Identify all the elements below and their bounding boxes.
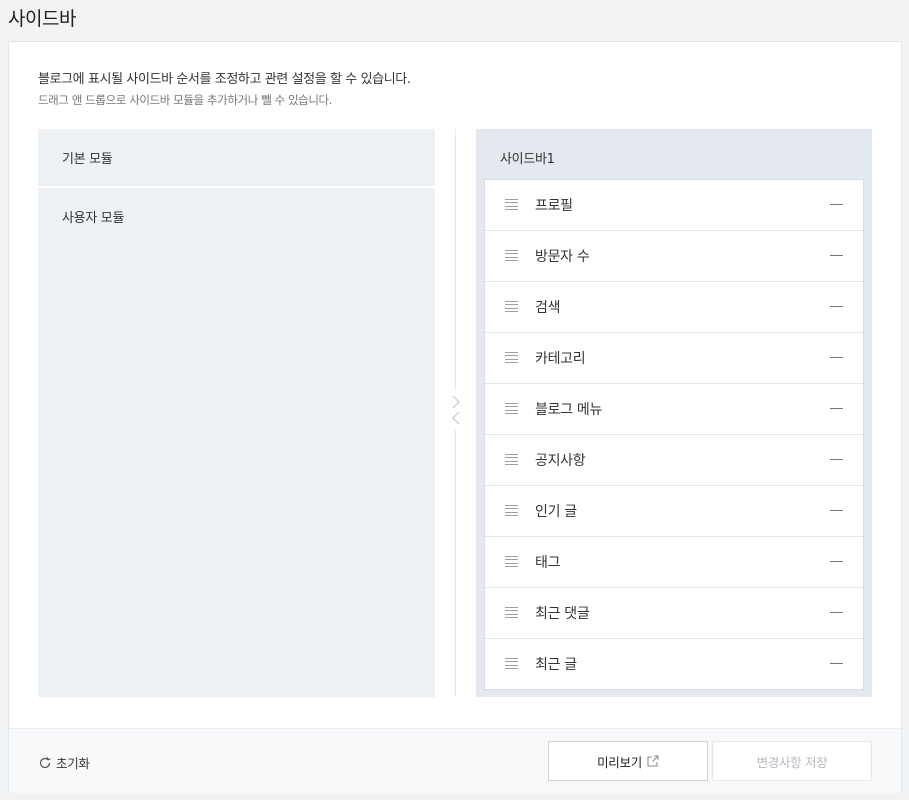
save-changes-button[interactable]: 변경사항 저장 [712, 741, 872, 781]
sidebar-module-item[interactable]: 최근 글 [485, 639, 863, 690]
sidebar-module-item[interactable]: 검색 [485, 282, 863, 333]
footer-bar: 초기화 미리보기 변경사항 저장 [9, 728, 901, 793]
drag-handle-icon[interactable] [505, 250, 518, 261]
sidebar-module-item[interactable]: 프로필 [485, 180, 863, 231]
sidebar-module-item[interactable]: 최근 댓글 [485, 588, 863, 639]
refresh-icon [39, 756, 51, 768]
minus-icon[interactable] [830, 663, 843, 664]
description-main: 블로그에 표시될 사이드바 순서를 조정하고 관련 설정을 할 수 있습니다. [38, 72, 411, 87]
reset-label: 초기화 [56, 756, 90, 771]
reset-button[interactable]: 초기화 [38, 753, 90, 772]
drag-handle-icon[interactable] [505, 352, 518, 363]
external-link-icon [647, 755, 659, 767]
sidebar-module-item[interactable]: 방문자 수 [485, 231, 863, 282]
drag-handle-icon[interactable] [505, 454, 518, 465]
chevron-left-icon[interactable] [452, 411, 460, 425]
preview-button[interactable]: 미리보기 [548, 741, 708, 781]
drag-handle-icon[interactable] [505, 556, 518, 567]
sidebar-module-label: 공지사항 [535, 453, 586, 469]
sidebar-module-item[interactable]: 인기 글 [485, 486, 863, 537]
description-sub: 드래그 앤 드롭으로 사이드바 모듈을 추가하거나 뺄 수 있습니다. [38, 93, 332, 107]
drag-handle-icon[interactable] [505, 403, 518, 414]
sidebar-column: 사이드바1 프로필방문자 수검색카테고리블로그 메뉴공지사항인기 글태그최근 댓… [476, 129, 872, 697]
preview-label: 미리보기 [597, 754, 642, 770]
sidebar-settings-panel: 블로그에 표시될 사이드바 순서를 조정하고 관련 설정을 할 수 있습니다. … [8, 41, 902, 793]
sidebar-module-label: 검색 [535, 300, 561, 316]
sidebar-module-label: 태그 [535, 555, 561, 571]
sidebar-module-label: 프로필 [535, 198, 573, 214]
minus-icon[interactable] [830, 459, 843, 460]
sidebar-module-item[interactable]: 블로그 메뉴 [485, 384, 863, 435]
drag-handle-icon[interactable] [505, 301, 518, 312]
minus-icon[interactable] [830, 357, 843, 358]
sidebar-module-label: 최근 글 [535, 657, 577, 673]
basic-modules-group[interactable]: 기본 모듈 [38, 129, 435, 188]
drag-handle-icon[interactable] [505, 505, 518, 516]
minus-icon[interactable] [830, 408, 843, 409]
sidebar-module-item[interactable]: 공지사항 [485, 435, 863, 486]
minus-icon[interactable] [830, 204, 843, 205]
sidebar-module-label: 블로그 메뉴 [535, 402, 603, 418]
sidebar-module-label: 방문자 수 [535, 249, 590, 265]
module-list: 기본 모듈 사용자 모듈 [38, 129, 435, 697]
sidebar-module-label: 인기 글 [535, 504, 577, 520]
sidebar-module-item[interactable]: 카테고리 [485, 333, 863, 384]
minus-icon[interactable] [830, 612, 843, 613]
minus-icon[interactable] [830, 306, 843, 307]
user-modules-group[interactable]: 사용자 모듈 [38, 188, 435, 247]
sidebar-module-list: 프로필방문자 수검색카테고리블로그 메뉴공지사항인기 글태그최근 댓글최근 글 [484, 179, 864, 690]
drag-handle-icon[interactable] [505, 199, 518, 210]
sidebar-module-label: 최근 댓글 [535, 606, 590, 622]
sidebar-module-item[interactable]: 태그 [485, 537, 863, 588]
move-arrows [449, 390, 463, 430]
minus-icon[interactable] [830, 561, 843, 562]
chevron-right-icon[interactable] [452, 395, 460, 409]
minus-icon[interactable] [830, 510, 843, 511]
minus-icon[interactable] [830, 255, 843, 256]
sidebar-title: 사이드바1 [500, 152, 555, 167]
page-title: 사이드바 [8, 8, 76, 30]
drag-handle-icon[interactable] [505, 658, 518, 669]
drag-handle-icon[interactable] [505, 607, 518, 618]
sidebar-module-label: 카테고리 [535, 351, 586, 367]
